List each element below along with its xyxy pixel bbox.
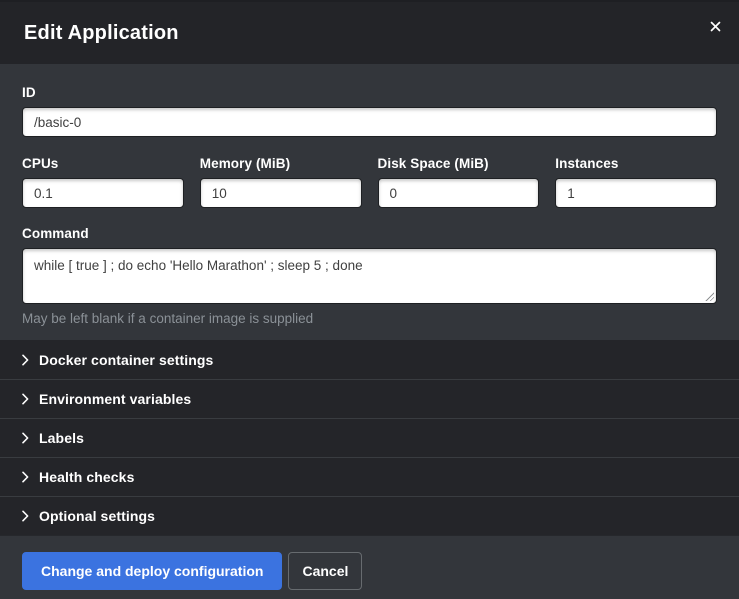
disk-input[interactable] bbox=[378, 178, 540, 208]
id-field-group: ID bbox=[22, 85, 717, 137]
accordion-sections: Docker container settings Environment va… bbox=[0, 340, 739, 535]
command-field-group: Command while [ true ] ; do echo 'Hello … bbox=[22, 226, 717, 326]
section-row-labels[interactable]: Labels bbox=[0, 418, 739, 457]
section-label: Health checks bbox=[39, 469, 134, 485]
modal-header: Edit Application bbox=[0, 0, 739, 64]
section-row-optional-settings[interactable]: Optional settings bbox=[0, 496, 739, 535]
chevron-right-icon bbox=[22, 471, 29, 483]
cpus-field-label: CPUs bbox=[22, 156, 184, 171]
section-row-environment-variables[interactable]: Environment variables bbox=[0, 379, 739, 418]
close-button[interactable] bbox=[703, 14, 727, 38]
chevron-right-icon bbox=[22, 393, 29, 405]
disk-field-group: Disk Space (MiB) bbox=[378, 156, 540, 208]
section-label: Docker container settings bbox=[39, 352, 213, 368]
section-label: Optional settings bbox=[39, 508, 155, 524]
section-row-health-checks[interactable]: Health checks bbox=[0, 457, 739, 496]
cpus-input[interactable] bbox=[22, 178, 184, 208]
chevron-right-icon bbox=[22, 432, 29, 444]
memory-field-group: Memory (MiB) bbox=[200, 156, 362, 208]
command-textarea[interactable]: while [ true ] ; do echo 'Hello Marathon… bbox=[22, 248, 717, 304]
resources-row: CPUs Memory (MiB) Disk Space (MiB) Insta… bbox=[22, 156, 717, 208]
edit-application-modal: Edit Application ID CPUs Memory (MiB) bbox=[0, 0, 739, 599]
instances-field-group: Instances bbox=[555, 156, 717, 208]
section-row-docker-container-settings[interactable]: Docker container settings bbox=[0, 340, 739, 379]
modal-body: ID CPUs Memory (MiB) Disk Space (MiB) In… bbox=[0, 64, 739, 340]
cancel-button[interactable]: Cancel bbox=[288, 552, 362, 590]
change-and-deploy-button[interactable]: Change and deploy configuration bbox=[22, 552, 282, 590]
chevron-right-icon bbox=[22, 510, 29, 522]
chevron-right-icon bbox=[22, 354, 29, 366]
section-label: Labels bbox=[39, 430, 84, 446]
cpus-field-group: CPUs bbox=[22, 156, 184, 208]
command-field-label: Command bbox=[22, 226, 717, 241]
page-title: Edit Application bbox=[24, 22, 179, 45]
memory-field-label: Memory (MiB) bbox=[200, 156, 362, 171]
memory-input[interactable] bbox=[200, 178, 362, 208]
command-help-text: May be left blank if a container image i… bbox=[22, 311, 717, 326]
section-label: Environment variables bbox=[39, 391, 191, 407]
disk-field-label: Disk Space (MiB) bbox=[378, 156, 540, 171]
instances-input[interactable] bbox=[555, 178, 717, 208]
id-input[interactable] bbox=[22, 107, 717, 137]
close-icon bbox=[710, 21, 721, 32]
instances-field-label: Instances bbox=[555, 156, 717, 171]
id-field-label: ID bbox=[22, 85, 717, 100]
modal-footer: Change and deploy configuration Cancel bbox=[0, 535, 739, 599]
